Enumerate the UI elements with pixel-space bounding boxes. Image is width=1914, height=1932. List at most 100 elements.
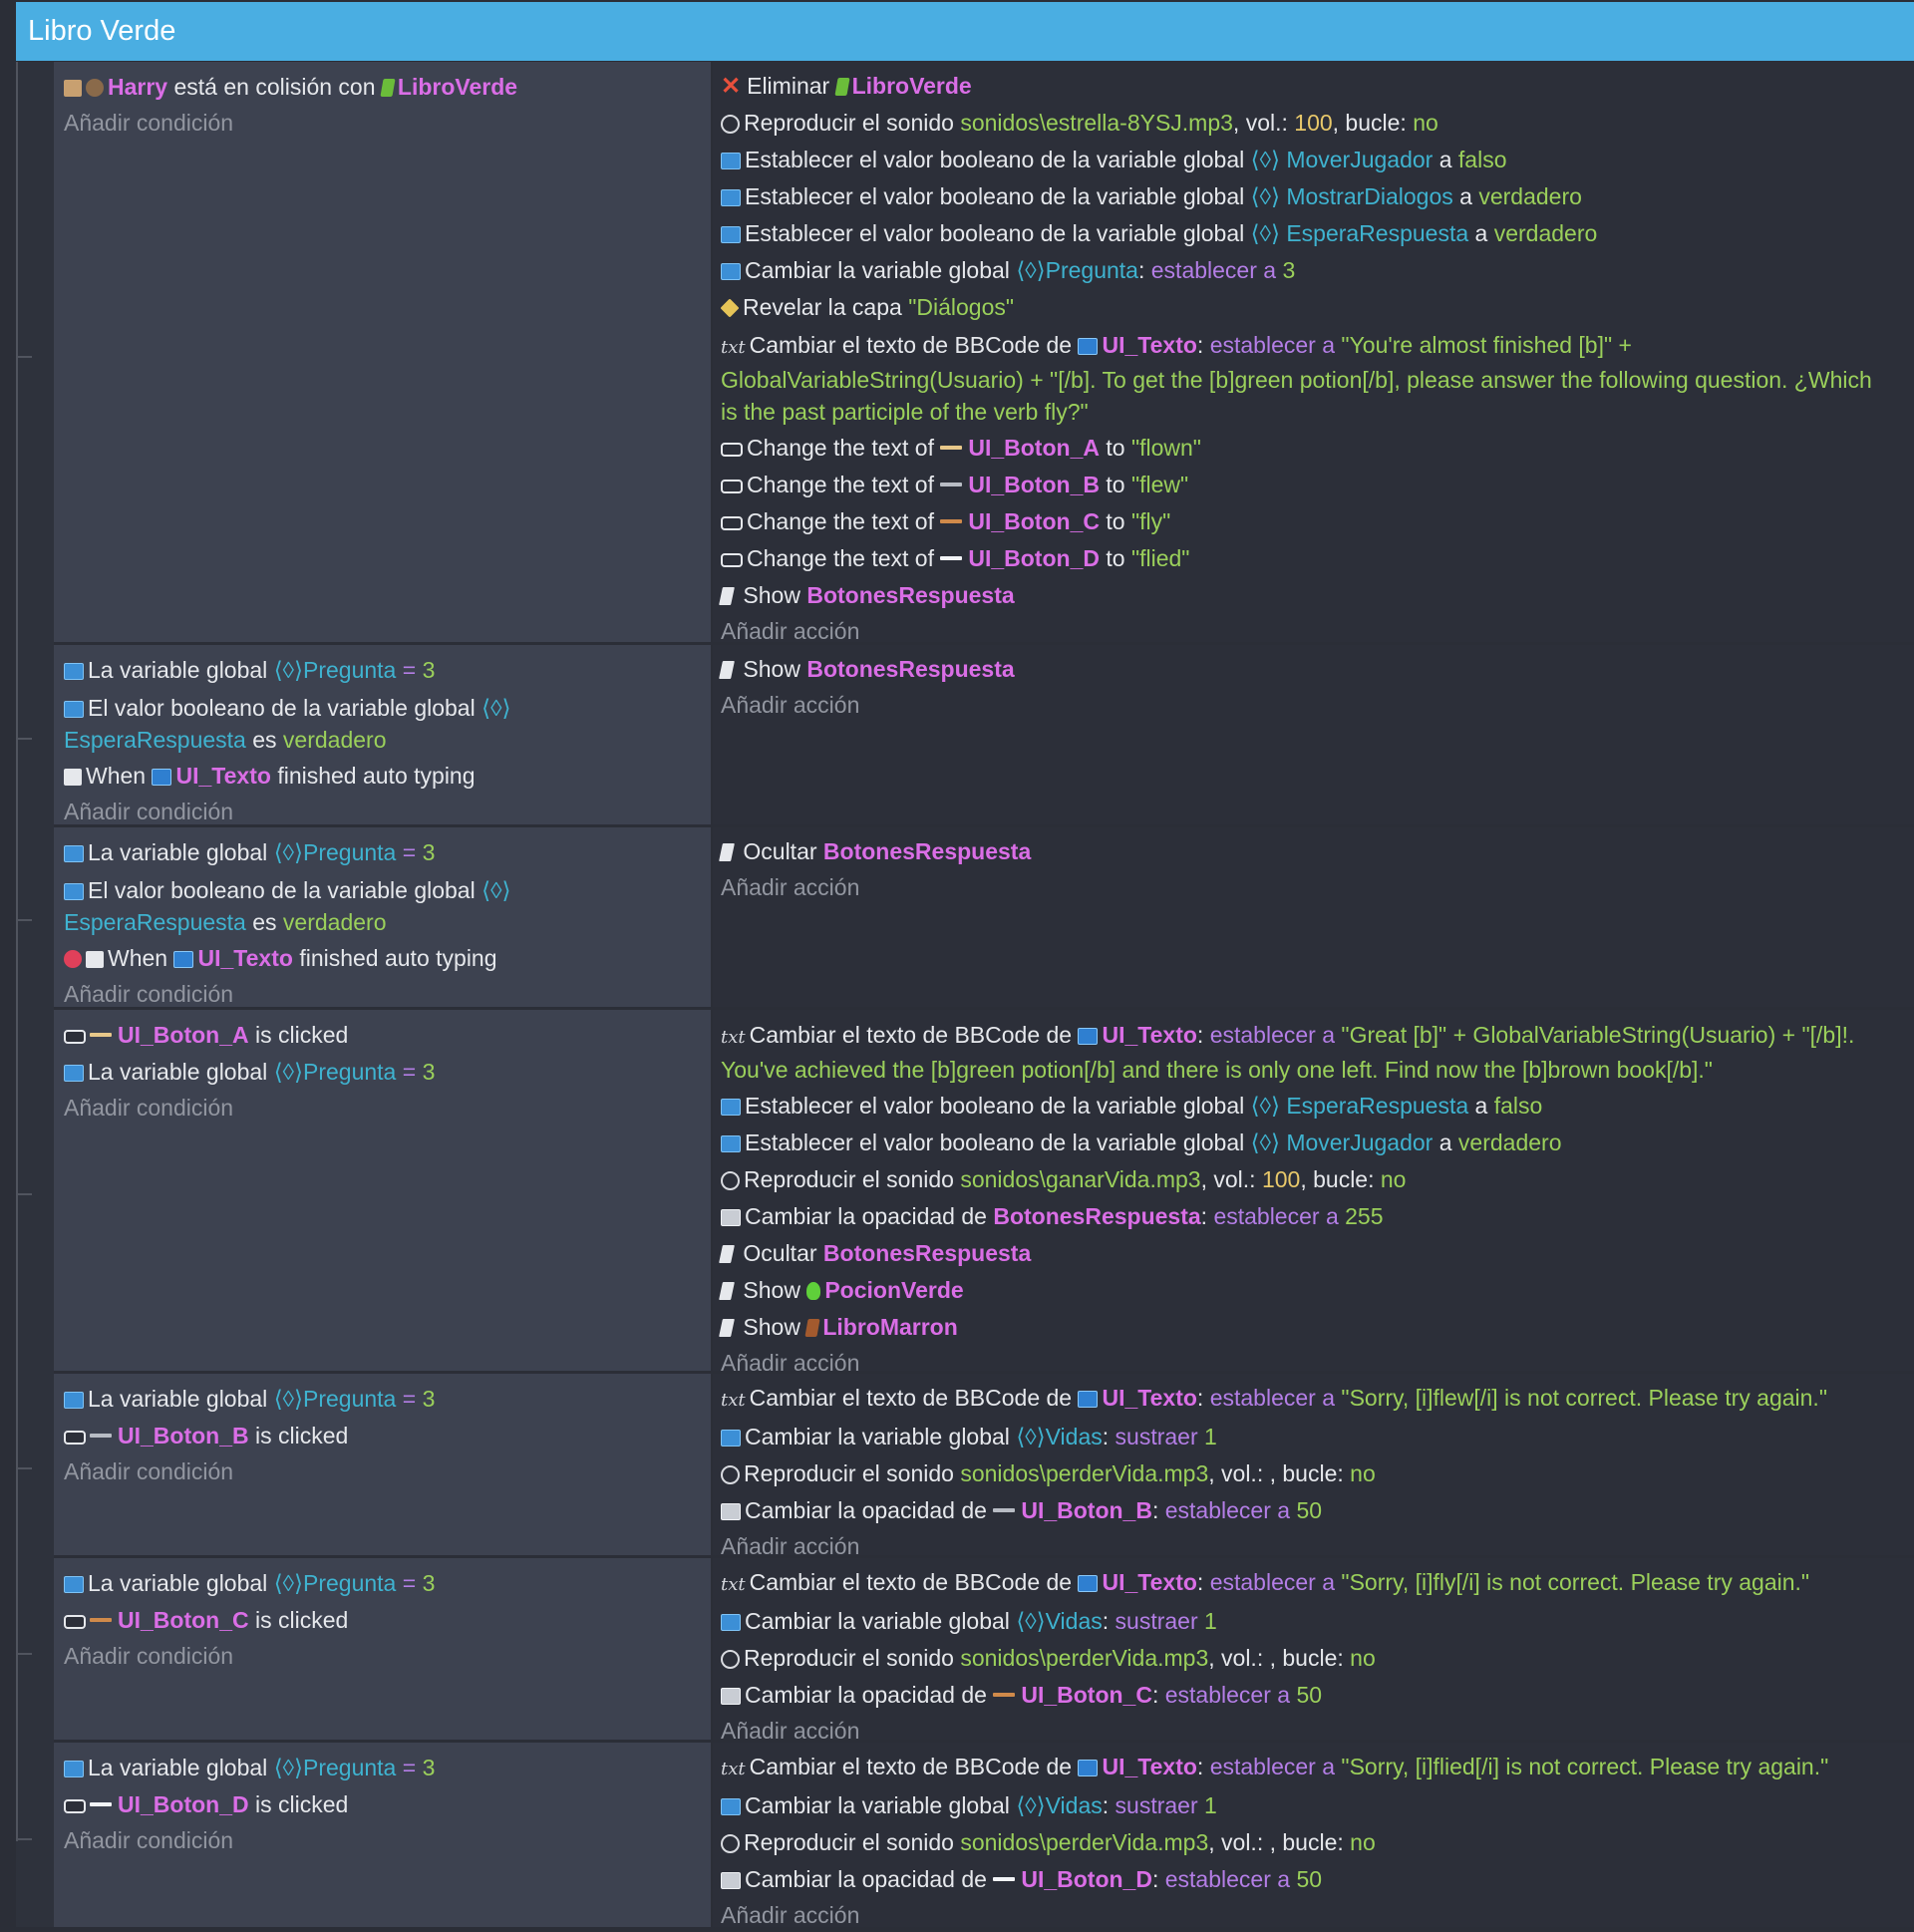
- condition-collision[interactable]: Harry está en colisión con LibroVerde: [64, 69, 711, 106]
- object-botonesrespuesta[interactable]: BotonesRespuesta: [993, 1203, 1200, 1229]
- condition-button-clicked[interactable]: UI_Boton_C is clicked: [64, 1602, 711, 1639]
- action-show[interactable]: Show PocionVerde: [719, 1272, 1894, 1309]
- action-play-sound[interactable]: Reproducir el sonido sonidos\perderVida.…: [721, 1824, 1894, 1861]
- global-var-pregunta[interactable]: ⟨◊⟩Pregunta: [274, 657, 397, 683]
- action-change-button-text[interactable]: Change the text of UI_Boton_B to "flew": [721, 467, 1894, 503]
- add-action-button[interactable]: Añadir acción: [721, 614, 1894, 648]
- object-botonesrespuesta[interactable]: BotonesRespuesta: [806, 656, 1014, 682]
- global-var-pregunta[interactable]: ⟨◊⟩Pregunta: [274, 1386, 397, 1412]
- object-ui-texto[interactable]: UI_Texto: [1102, 1385, 1196, 1411]
- condition-bool[interactable]: El valor booleano de la variable global …: [64, 689, 562, 758]
- event-2-actions[interactable]: Show BotonesRespuesta Añadir acción: [713, 645, 1914, 824]
- action-set-opacity[interactable]: Cambiar la opacidad de BotonesRespuesta:…: [721, 1198, 1894, 1235]
- action-set-bbcode[interactable]: txt Cambiar el texto de BBCode de UI_Text…: [721, 1564, 1894, 1603]
- action-set-bbcode[interactable]: txt Cambiar el texto de BBCode de UI_Text…: [721, 1380, 1894, 1419]
- condition-compare-var[interactable]: La variable global ⟨◊⟩Pregunta = 3: [64, 652, 711, 689]
- object-ui-boton-a[interactable]: UI_Boton_A: [968, 435, 1100, 461]
- add-condition-button[interactable]: Añadir condición: [64, 1091, 711, 1125]
- condition-compare-var[interactable]: La variable global ⟨◊⟩Pregunta = 3: [64, 834, 711, 871]
- action-set-bbcode[interactable]: txt Cambiar el texto de BBCode de UI_Text…: [721, 326, 1894, 430]
- event-3-actions[interactable]: Ocultar BotonesRespuesta Añadir acción: [713, 827, 1914, 1007]
- object-ui-boton-c[interactable]: UI_Boton_C: [1021, 1682, 1152, 1708]
- action-play-sound[interactable]: Reproducir el sonido sonidos\perderVida.…: [721, 1455, 1894, 1492]
- condition-typing-finished-inverted[interactable]: When UI_Texto finished auto typing: [64, 940, 711, 977]
- condition-button-clicked[interactable]: UI_Boton_D is clicked: [64, 1786, 711, 1823]
- action-set-bool[interactable]: Establecer el valor booleano de la varia…: [721, 215, 1894, 252]
- object-ui-boton-b[interactable]: UI_Boton_B: [1021, 1497, 1152, 1523]
- object-ui-boton-c[interactable]: UI_Boton_C: [118, 1607, 249, 1633]
- event-3-conditions[interactable]: La variable global ⟨◊⟩Pregunta = 3 El va…: [54, 827, 711, 1007]
- object-pocionverde[interactable]: PocionVerde: [824, 1277, 963, 1303]
- object-ui-boton-d[interactable]: UI_Boton_D: [1021, 1866, 1152, 1892]
- object-libromarron[interactable]: LibroMarron: [822, 1314, 957, 1340]
- action-change-var[interactable]: Cambiar la variable global ⟨◊⟩Vidas: sus…: [721, 1787, 1894, 1824]
- global-var-mostrardialogos[interactable]: ⟨◊⟩ MostrarDialogos: [1251, 183, 1453, 209]
- add-condition-button[interactable]: Añadir condición: [64, 1454, 711, 1488]
- global-var-pregunta[interactable]: ⟨◊⟩Pregunta: [274, 839, 397, 865]
- condition-compare-var[interactable]: La variable global ⟨◊⟩Pregunta = 3: [64, 1381, 711, 1418]
- condition-button-clicked[interactable]: UI_Boton_A is clicked: [64, 1017, 711, 1054]
- event-4-conditions[interactable]: UI_Boton_A is clicked La variable global…: [54, 1010, 711, 1371]
- action-play-sound[interactable]: Reproducir el sonido sonidos\perderVida.…: [721, 1640, 1894, 1677]
- object-libroverde[interactable]: LibroVerde: [398, 74, 517, 100]
- object-ui-boton-c[interactable]: UI_Boton_C: [968, 508, 1100, 534]
- object-botonesrespuesta[interactable]: BotonesRespuesta: [806, 582, 1014, 608]
- event-7-actions[interactable]: txt Cambiar el texto de BBCode de UI_Text…: [713, 1743, 1914, 1928]
- object-ui-texto[interactable]: UI_Texto: [1102, 1754, 1196, 1779]
- global-var-esperarespuesta[interactable]: ⟨◊⟩ EsperaRespuesta: [1251, 220, 1469, 246]
- object-ui-boton-b[interactable]: UI_Boton_B: [118, 1423, 249, 1449]
- condition-button-clicked[interactable]: UI_Boton_B is clicked: [64, 1418, 711, 1454]
- action-set-bool[interactable]: Establecer el valor booleano de la varia…: [721, 178, 1894, 215]
- action-play-sound[interactable]: Reproducir el sonido sonidos\estrella-8Y…: [721, 105, 1894, 142]
- action-play-sound[interactable]: Reproducir el sonido sonidos\ganarVida.m…: [721, 1161, 1894, 1198]
- object-libroverde[interactable]: LibroVerde: [852, 73, 972, 99]
- event-7-conditions[interactable]: La variable global ⟨◊⟩Pregunta = 3 UI_Bo…: [54, 1743, 711, 1927]
- global-var-moverjugador[interactable]: ⟨◊⟩ MoverJugador: [1251, 1129, 1434, 1155]
- object-ui-texto[interactable]: UI_Texto: [1102, 1022, 1196, 1048]
- action-set-opacity[interactable]: Cambiar la opacidad de UI_Boton_B: estab…: [721, 1492, 1894, 1529]
- object-ui-boton-b[interactable]: UI_Boton_B: [968, 472, 1100, 497]
- action-change-button-text[interactable]: Change the text of UI_Boton_D to "flied": [721, 540, 1894, 577]
- action-change-button-text[interactable]: Change the text of UI_Boton_C to "fly": [721, 503, 1894, 540]
- event-5-actions[interactable]: txt Cambiar el texto de BBCode de UI_Text…: [713, 1374, 1914, 1559]
- action-set-bool[interactable]: Establecer el valor booleano de la varia…: [721, 142, 1894, 178]
- action-show[interactable]: Show BotonesRespuesta: [719, 577, 1894, 614]
- action-show[interactable]: Show LibroMarron: [719, 1309, 1894, 1346]
- action-set-opacity[interactable]: Cambiar la opacidad de UI_Boton_C: estab…: [721, 1677, 1894, 1714]
- global-var-vidas[interactable]: ⟨◊⟩Vidas: [1016, 1608, 1102, 1634]
- add-condition-button[interactable]: Añadir condición: [64, 1823, 711, 1857]
- global-var-pregunta[interactable]: ⟨◊⟩Pregunta: [274, 1755, 397, 1780]
- event-1-conditions[interactable]: Harry está en colisión con LibroVerde Añ…: [54, 62, 711, 642]
- object-ui-texto[interactable]: UI_Texto: [1102, 332, 1196, 358]
- object-botonesrespuesta[interactable]: BotonesRespuesta: [823, 838, 1031, 864]
- global-var-vidas[interactable]: ⟨◊⟩Vidas: [1016, 1792, 1102, 1818]
- condition-compare-var[interactable]: La variable global ⟨◊⟩Pregunta = 3: [64, 1750, 711, 1786]
- object-botonesrespuesta[interactable]: BotonesRespuesta: [823, 1240, 1031, 1266]
- object-ui-boton-d[interactable]: UI_Boton_D: [118, 1791, 249, 1817]
- object-ui-texto[interactable]: UI_Texto: [1102, 1569, 1196, 1595]
- condition-compare-var[interactable]: La variable global ⟨◊⟩Pregunta = 3: [64, 1054, 711, 1091]
- add-condition-button[interactable]: Añadir condición: [64, 977, 711, 1011]
- action-show[interactable]: Show BotonesRespuesta: [719, 651, 1894, 688]
- add-condition-button[interactable]: Añadir condición: [64, 106, 711, 140]
- action-change-var[interactable]: Cambiar la variable global ⟨◊⟩Vidas: sus…: [721, 1603, 1894, 1640]
- action-hide[interactable]: Ocultar BotonesRespuesta: [719, 1235, 1894, 1272]
- global-var-pregunta[interactable]: ⟨◊⟩Pregunta: [274, 1570, 397, 1596]
- action-hide[interactable]: Ocultar BotonesRespuesta: [719, 833, 1894, 870]
- action-change-button-text[interactable]: Change the text of UI_Boton_A to "flown": [721, 430, 1894, 467]
- action-delete[interactable]: ✕ Eliminar LibroVerde: [721, 68, 1894, 105]
- add-action-button[interactable]: Añadir acción: [721, 688, 1894, 722]
- condition-compare-var[interactable]: La variable global ⟨◊⟩Pregunta = 3: [64, 1565, 711, 1602]
- event-2-conditions[interactable]: La variable global ⟨◊⟩Pregunta = 3 El va…: [54, 645, 711, 824]
- condition-typing-finished[interactable]: When UI_Texto finished auto typing: [64, 758, 711, 795]
- object-ui-texto[interactable]: UI_Texto: [175, 763, 270, 789]
- object-ui-boton-a[interactable]: UI_Boton_A: [118, 1022, 249, 1048]
- action-show-layer[interactable]: Revelar la capa "Diálogos": [720, 289, 1894, 326]
- action-set-bool[interactable]: Establecer el valor booleano de la varia…: [721, 1125, 1894, 1161]
- event-6-actions[interactable]: txt Cambiar el texto de BBCode de UI_Text…: [713, 1558, 1914, 1744]
- event-5-conditions[interactable]: La variable global ⟨◊⟩Pregunta = 3 UI_Bo…: [54, 1374, 711, 1555]
- action-set-opacity[interactable]: Cambiar la opacidad de UI_Boton_D: estab…: [721, 1861, 1894, 1898]
- add-condition-button[interactable]: Añadir condición: [64, 1639, 711, 1673]
- object-ui-texto[interactable]: UI_Texto: [197, 945, 292, 971]
- action-set-bbcode[interactable]: txt Cambiar el texto de BBCode de UI_Text…: [721, 1749, 1894, 1787]
